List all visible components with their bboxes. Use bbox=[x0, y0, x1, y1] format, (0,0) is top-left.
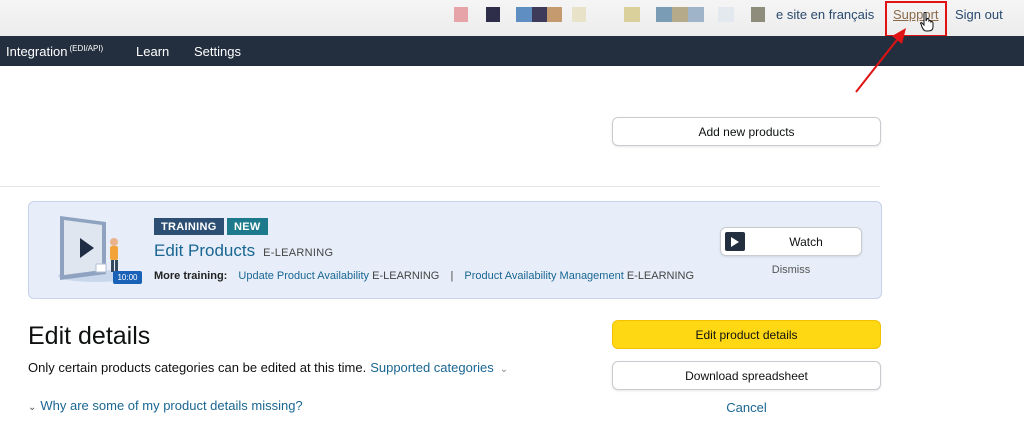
nav-integration[interactable]: Integration (EDI/API) bbox=[6, 44, 103, 59]
chevron-down-icon[interactable]: ⌄ bbox=[500, 364, 508, 375]
description-text: Only certain products categories can be … bbox=[28, 360, 367, 375]
add-new-products-button[interactable]: Add new products bbox=[612, 117, 881, 146]
section-divider bbox=[0, 186, 880, 187]
cancel-link[interactable]: Cancel bbox=[612, 400, 881, 415]
blurred-swatch bbox=[672, 7, 688, 22]
update-product-availability-link[interactable]: Update Product Availability bbox=[238, 270, 369, 282]
training-badge: TRAINING bbox=[154, 218, 224, 235]
edit-product-details-button[interactable]: Edit product details bbox=[612, 320, 881, 349]
watch-label: Watch bbox=[789, 235, 823, 249]
blurred-swatch bbox=[454, 7, 468, 22]
e-learning-tag: E-LEARNING bbox=[372, 270, 440, 282]
play-icon bbox=[725, 232, 745, 251]
blurred-swatch bbox=[688, 7, 704, 22]
blurred-swatch bbox=[486, 7, 500, 22]
blurred-swatch bbox=[572, 7, 586, 22]
main-nav: Integration (EDI/API) Learn Settings bbox=[0, 36, 1024, 66]
hand-cursor-icon bbox=[920, 12, 934, 32]
edit-description: Only certain products categories can be … bbox=[28, 360, 508, 375]
nav-settings[interactable]: Settings bbox=[194, 44, 241, 59]
blurred-swatch bbox=[516, 7, 532, 22]
blurred-swatch bbox=[656, 7, 672, 22]
e-learning-tag: E-LEARNING bbox=[263, 247, 334, 259]
dismiss-link[interactable]: Dismiss bbox=[720, 264, 862, 276]
top-bar: e site en français Support Sign out bbox=[0, 0, 1024, 36]
e-learning-tag: E-LEARNING bbox=[626, 270, 695, 282]
blurred-swatch bbox=[532, 7, 547, 22]
chevron-down-icon: ⌄ bbox=[28, 402, 37, 413]
product-availability-management-link[interactable]: Product Availability Management bbox=[464, 270, 623, 282]
page-title: Edit details bbox=[28, 322, 151, 350]
blurred-swatch bbox=[718, 7, 734, 22]
nav-integration-label: Integration bbox=[6, 44, 68, 59]
language-link[interactable]: e site en français bbox=[776, 7, 874, 22]
more-training: More training: Update Product Availabili… bbox=[154, 270, 694, 282]
missing-details-expander[interactable]: ⌄ Why are some of my product details miss… bbox=[28, 398, 303, 413]
edit-products-link[interactable]: Edit Products bbox=[154, 241, 255, 260]
training-title: Edit Products E-LEARNING bbox=[154, 241, 333, 261]
highlight-box bbox=[885, 1, 947, 37]
separator: | bbox=[450, 270, 454, 282]
duration-badge: 10:00 bbox=[113, 271, 142, 284]
supported-categories-link[interactable]: Supported categories bbox=[370, 360, 494, 375]
watch-button[interactable]: Watch bbox=[720, 227, 862, 256]
download-spreadsheet-button[interactable]: Download spreadsheet bbox=[612, 361, 881, 390]
more-training-label: More training: bbox=[154, 270, 228, 282]
blurred-swatch bbox=[547, 7, 562, 22]
new-badge: NEW bbox=[227, 218, 268, 235]
blurred-swatch bbox=[624, 7, 640, 22]
blurred-swatch bbox=[751, 7, 765, 22]
missing-details-link[interactable]: Why are some of my product details missi… bbox=[40, 398, 302, 413]
nav-integration-sup: (EDI/API) bbox=[69, 44, 104, 53]
nav-learn[interactable]: Learn bbox=[136, 44, 169, 59]
sign-out-link[interactable]: Sign out bbox=[955, 7, 1003, 22]
